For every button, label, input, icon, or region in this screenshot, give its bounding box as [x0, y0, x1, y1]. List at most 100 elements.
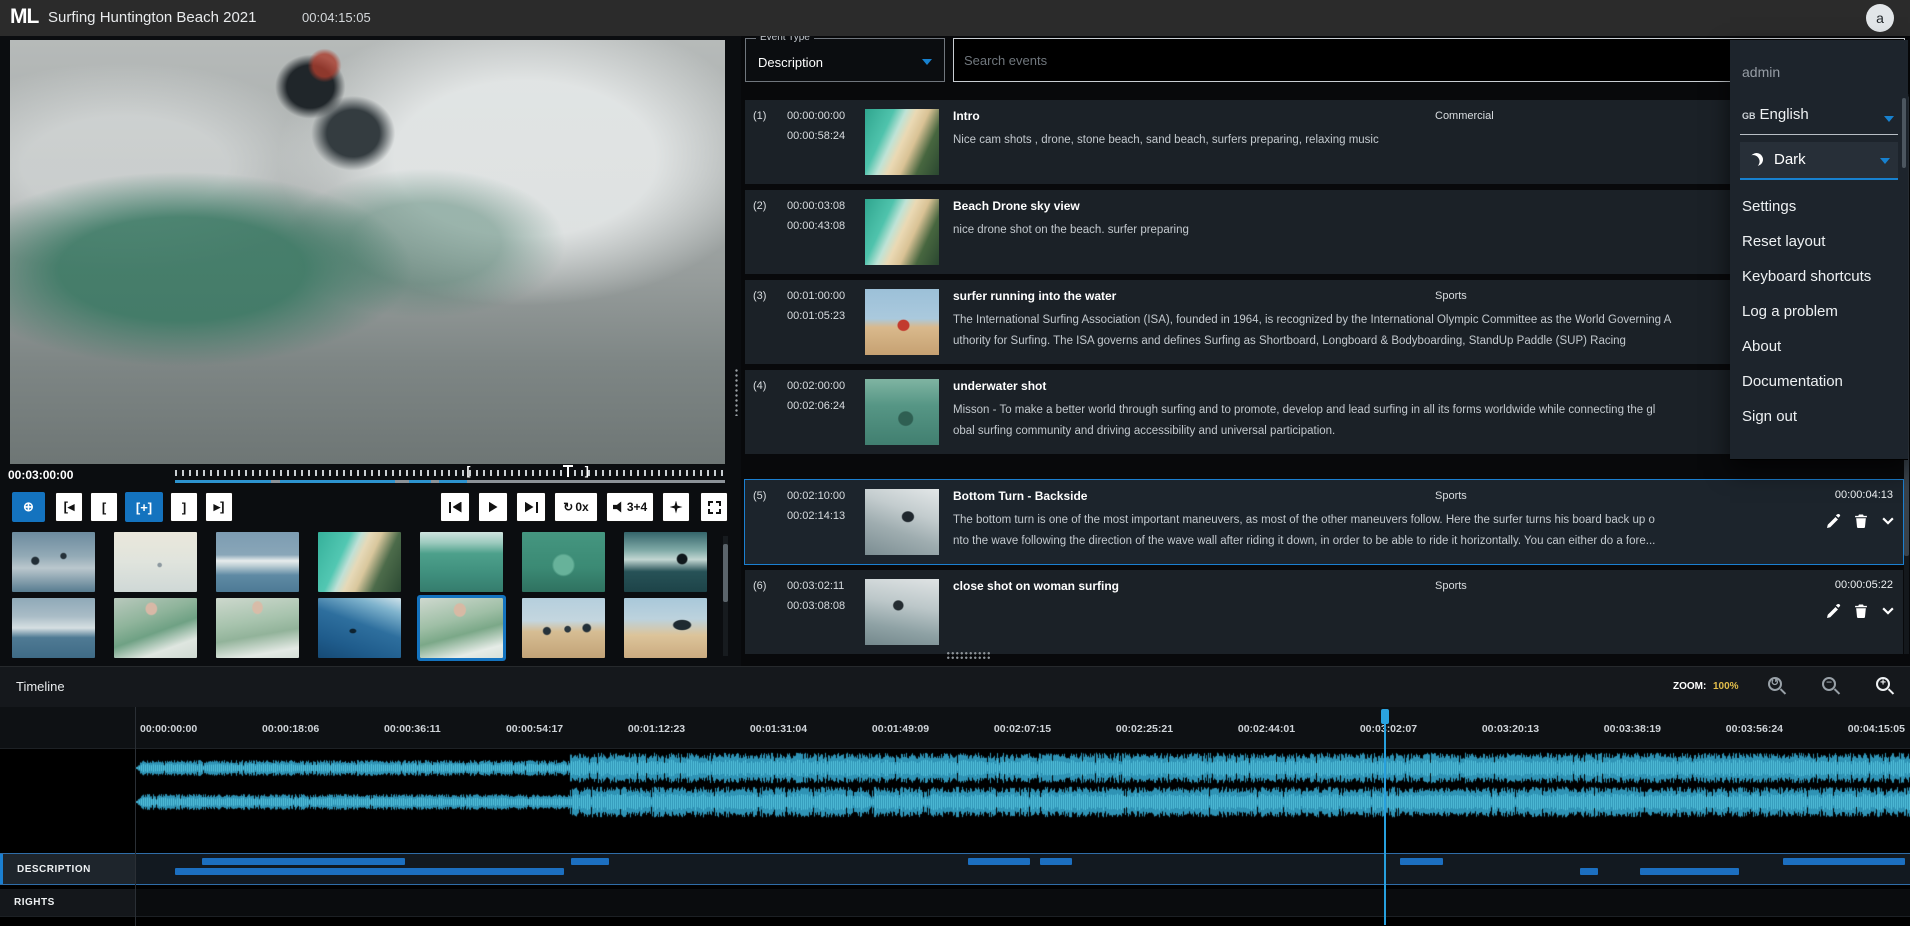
zoom-value: 100% — [1713, 681, 1739, 692]
current-timecode: 00:03:00:00 — [8, 468, 73, 482]
filmstrip-thumbnail[interactable] — [318, 532, 401, 592]
description-segment[interactable] — [1040, 858, 1072, 865]
filmstrip-thumbnail[interactable] — [216, 532, 299, 592]
delete-icon[interactable] — [1854, 604, 1868, 618]
ruler-timecode: 00:00:36:11 — [384, 723, 441, 735]
timeline-ruler[interactable]: 00:00:00:0000:00:18:0600:00:36:1100:00:5… — [0, 707, 1910, 749]
fullscreen-button[interactable] — [700, 492, 728, 522]
menu-item-sign-out[interactable]: Sign out — [1742, 408, 1797, 432]
mark-in-bracket: [ — [467, 464, 471, 478]
event-row[interactable]: (6)00:03:02:1100:03:08:08close shot on w… — [745, 570, 1903, 654]
edit-icon[interactable] — [1827, 514, 1841, 528]
event-category: Sports — [1435, 290, 1467, 302]
filmstrip-thumbnail[interactable] — [216, 598, 299, 658]
track-column-divider — [135, 707, 136, 926]
filmstrip-thumbnail[interactable] — [12, 598, 95, 658]
go-to-out-button[interactable]: ▸] — [205, 492, 233, 522]
go-to-in-button[interactable]: [◂ — [55, 492, 83, 522]
menu-item-reset-layout[interactable]: Reset layout — [1742, 233, 1825, 257]
set-out-button[interactable]: ] — [170, 492, 198, 522]
ruler-timecode: 00:04:15:05 — [1848, 723, 1905, 735]
add-in-out-event-button[interactable]: [+] — [125, 492, 163, 522]
zoom-reset-button[interactable]: ↺ — [1768, 677, 1782, 691]
menu-scrollbar[interactable] — [1902, 98, 1906, 168]
expand-icon[interactable] — [1881, 514, 1895, 528]
description-segment[interactable] — [571, 858, 610, 865]
speed-dial-icon: ↻ — [563, 500, 573, 514]
filmstrip-thumbnail[interactable] — [420, 598, 503, 658]
filmstrip-thumbnail[interactable] — [318, 598, 401, 658]
ruler-timecode: 00:02:07:15 — [994, 723, 1051, 735]
menu-item-about[interactable]: About — [1742, 338, 1781, 362]
menu-item-settings[interactable]: Settings — [1742, 198, 1796, 222]
event-actions — [1827, 604, 1895, 618]
event-timecode-in: 00:02:00:00 — [787, 380, 845, 392]
audio-tracks-button[interactable]: 3+4 — [606, 492, 654, 522]
filmstrip-scrollbar[interactable] — [723, 536, 728, 656]
playhead-line — [1384, 709, 1386, 925]
event-number: (2) — [753, 200, 766, 212]
video-surface[interactable] — [10, 40, 725, 464]
ruler-timecode: 00:00:00:00 — [140, 723, 197, 735]
seek-ticks — [175, 470, 725, 476]
zoom-in-button[interactable]: + — [1876, 677, 1890, 691]
event-thumbnail — [865, 379, 939, 445]
playback-speed-button[interactable]: ↻ 0x — [554, 492, 598, 522]
horizontal-splitter-grip[interactable] — [946, 651, 990, 661]
filmstrip-thumbnail[interactable] — [12, 532, 95, 592]
description-segment[interactable] — [968, 858, 1030, 865]
menu-item-keyboard-shortcuts[interactable]: Keyboard shortcuts — [1742, 268, 1871, 292]
playhead-grip[interactable] — [1381, 709, 1389, 724]
menu-item-documentation[interactable]: Documentation — [1742, 373, 1843, 397]
expand-icon[interactable] — [1881, 604, 1895, 618]
user-avatar[interactable]: a — [1866, 4, 1894, 32]
track-label-description: DESCRIPTION — [0, 854, 135, 884]
event-number: (1) — [753, 110, 766, 122]
previous-frame-button[interactable] — [440, 492, 470, 522]
edit-icon[interactable] — [1827, 604, 1841, 618]
description-segment[interactable] — [1783, 858, 1905, 865]
description-segment[interactable] — [1580, 868, 1598, 875]
filmstrip-thumbnail[interactable] — [624, 532, 707, 592]
ruler-timecode: 00:02:25:21 — [1116, 723, 1173, 735]
filmstrip-thumbnail[interactable] — [522, 532, 605, 592]
event-timecode-in: 00:00:03:08 — [787, 200, 845, 212]
description-segment[interactable] — [175, 868, 563, 875]
set-in-button[interactable]: [ — [90, 492, 118, 522]
event-row[interactable]: (5)00:02:10:0000:02:14:13Bottom Turn - B… — [745, 480, 1903, 564]
filmstrip-thumbnail[interactable] — [114, 532, 197, 592]
audio-waveform[interactable] — [135, 751, 1910, 819]
event-number: (5) — [753, 490, 766, 502]
language-label: English — [1760, 106, 1809, 123]
player-playhead-marker[interactable] — [563, 465, 573, 477]
ruler-timecode: 00:01:49:09 — [872, 723, 929, 735]
filmstrip-scroll-thumb[interactable] — [723, 544, 728, 602]
description-segment[interactable] — [202, 858, 405, 865]
add-event-button[interactable]: ⊕ — [12, 492, 45, 522]
event-type-dropdown[interactable]: Event Type Description — [745, 38, 945, 82]
language-selector[interactable]: GBEnglish — [1742, 106, 1809, 123]
media-duration-timecode: 00:04:15:05 — [302, 10, 371, 25]
filmstrip-thumbnail[interactable] — [114, 598, 197, 658]
divider — [1740, 134, 1898, 135]
event-timecode-out: 00:00:43:08 — [787, 220, 845, 232]
zoom-out-button[interactable]: − — [1822, 677, 1836, 691]
play-button[interactable] — [478, 492, 508, 522]
description-segment[interactable] — [1400, 858, 1442, 865]
speaker-icon — [613, 501, 625, 513]
filmstrip-thumbnail[interactable] — [522, 598, 605, 658]
delete-icon[interactable] — [1854, 514, 1868, 528]
next-frame-button[interactable] — [516, 492, 546, 522]
filmstrip-thumbnail[interactable] — [420, 532, 503, 592]
vertical-splitter[interactable] — [731, 36, 741, 666]
ruler-timecode: 00:01:31:04 — [750, 723, 807, 735]
player-seek-ruler[interactable]: [] — [175, 467, 725, 487]
filmstrip-thumbnail[interactable] — [624, 598, 707, 658]
sync-playhead-button[interactable] — [662, 492, 690, 522]
ruler-timecode: 00:03:02:07 — [1360, 723, 1417, 735]
description-segment[interactable] — [1640, 868, 1739, 875]
event-category: Commercial — [1435, 110, 1494, 122]
menu-item-log-a-problem[interactable]: Log a problem — [1742, 303, 1838, 327]
theme-selector[interactable]: Dark — [1740, 142, 1898, 180]
event-duration: 00:00:04:13 — [1835, 489, 1893, 501]
